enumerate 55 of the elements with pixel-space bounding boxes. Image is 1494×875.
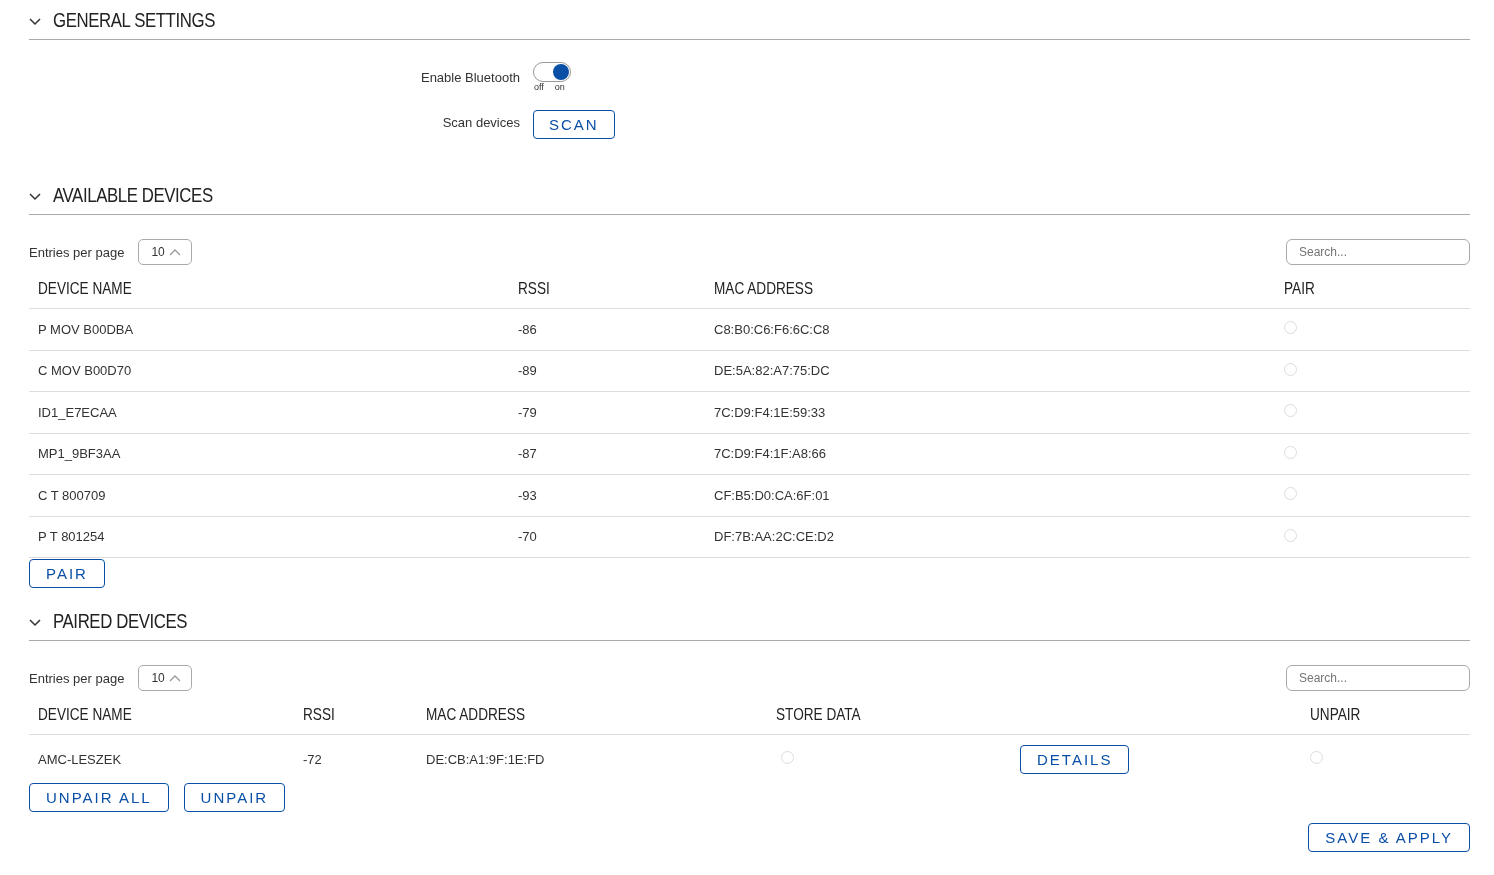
column-header: STORE DATA [776,704,862,725]
chevron-icon[interactable] [29,193,41,201]
table-cell-text: -89 [518,363,538,379]
entries-select[interactable]: 10 [138,239,192,265]
table-cell-text: C T 800709 [38,487,107,503]
section-title: AVAILABLE DEVICES [53,183,213,207]
chevron-icon[interactable] [29,619,41,627]
entries-select[interactable]: 10 [138,665,192,691]
caret-icon [168,674,181,682]
scan-button[interactable]: SCAN [533,110,615,139]
unpair-button[interactable]: UNPAIR ALL [29,783,169,812]
pair-button[interactable]: PAIR [29,559,105,588]
search-field[interactable]: Search... [1286,665,1470,691]
table-cell-text: ID1_E7ECAA [38,404,118,420]
caret-icon [168,248,181,256]
table-cell-text: P T 801254 [38,529,106,545]
table-cell-text: MP1_9BF3AA [38,446,122,462]
table-cell-text: DF:7B:AA:2C:CE:D2 [714,529,835,545]
field-label: Enable Bluetooth [419,70,521,85]
column-header: MAC ADDRESS [426,704,526,725]
table-cell-text: AMC-LESZEK [38,751,123,767]
table-cell-text: 7C:D9:F4:1E:59:33 [714,404,827,420]
column-header: DEVICE NAME [38,278,133,299]
table-cell-text: -86 [518,321,538,337]
column-header: RSSI [303,704,336,725]
column-header: DEVICE NAME [38,704,133,725]
table-cell-text: DE:5A:82:A7:75:DC [714,363,831,379]
table-cell-text: -72 [303,751,323,767]
column-header: PAIR [1284,278,1316,299]
bluetooth-toggle[interactable] [533,62,571,82]
search-field[interactable]: Search... [1286,239,1470,265]
table-cell-text: -79 [518,404,538,420]
chevron-icon[interactable] [29,17,41,26]
table-cell-text: CF:B5:D0:CA:6F:01 [714,487,831,503]
on-label: on [554,82,565,92]
entries-label: Entries per page [29,244,125,260]
table-cell-text: -87 [518,446,538,462]
column-header: MAC ADDRESS [714,278,814,299]
field-label: Scan devices [441,115,521,130]
details-button[interactable]: DETAILS [1020,744,1130,774]
column-header: UNPAIR [1310,704,1362,725]
table-cell-text: C MOV B00D70 [38,363,133,379]
column-header: RSSI [518,278,551,299]
section-title: PAIRED DEVICES [53,609,188,633]
table-cell-text: DE:CB:A1:9F:1E:FD [426,751,546,767]
save-apply-button[interactable]: SAVE & APPLY [1308,823,1470,852]
unpair-button[interactable]: UNPAIR [183,783,286,812]
table-cell-text: C8:B0:C6:F6:6C:C8 [714,321,831,337]
table-cell-text: 7C:D9:F4:1F:A8:66 [714,446,827,462]
table-cell-text: -70 [518,529,538,545]
off-label: off [534,82,544,92]
section-title: GENERAL SETTINGS [53,7,215,32]
table-cell-text: -93 [518,487,538,503]
table-cell-text: P MOV B00DBA [38,321,135,337]
entries-label: Entries per page [29,670,125,686]
